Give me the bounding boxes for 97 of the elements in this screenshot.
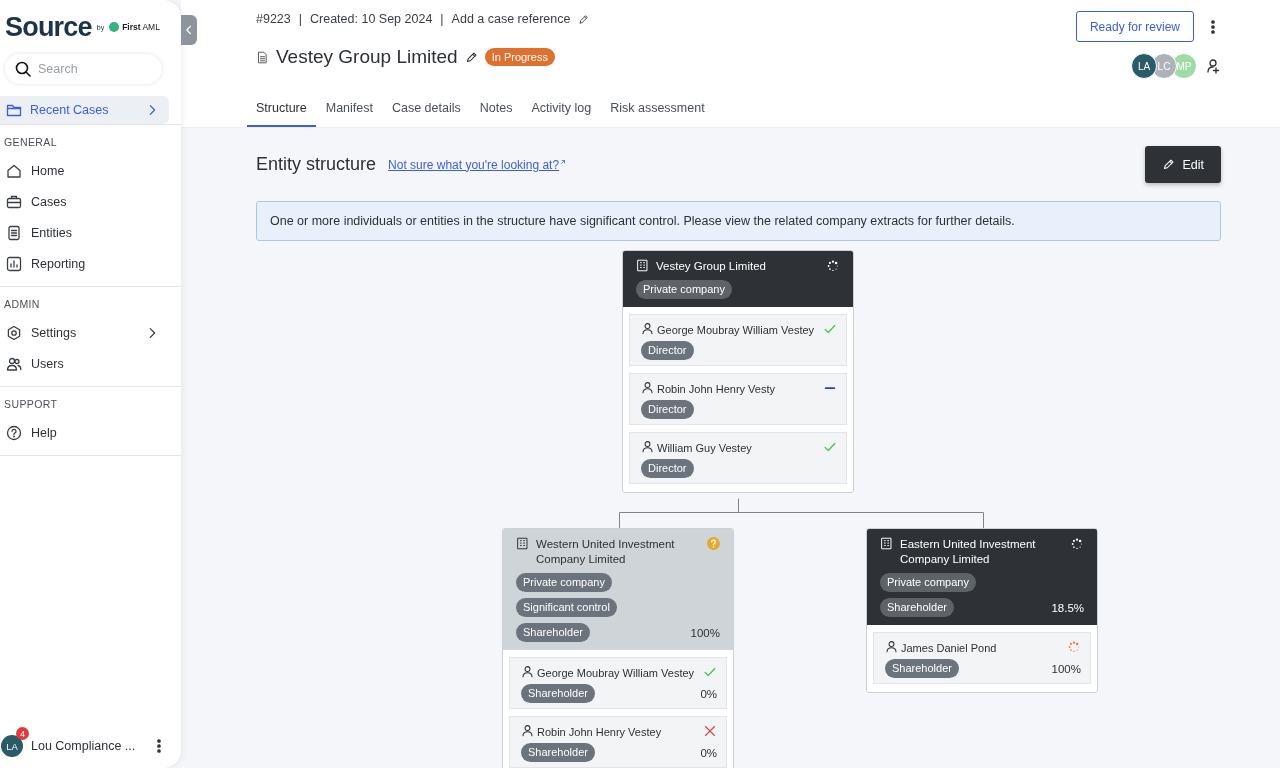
case-title: Vestey Group Limited	[276, 46, 458, 68]
person-name: Robin John Henry Vestey	[537, 725, 663, 739]
share-percentage: 100%	[1051, 662, 1082, 675]
person-card[interactable]: James Daniel Pond Shareholder 100%	[873, 632, 1091, 684]
help-icon	[6, 424, 22, 441]
pencil-icon	[464, 50, 478, 64]
info-banner: One or more individuals or entities in the structure have significant control. Please view the related company extracts for further details.	[256, 201, 1221, 241]
role-tag: Director	[641, 459, 694, 478]
user-name: Lou Compliance ...	[31, 739, 137, 753]
notification-badge: 4	[16, 727, 29, 740]
section-heading: GENERAL	[3, 136, 58, 148]
nav-item[interactable]: Recent Cases	[0, 96, 169, 124]
tab[interactable]: Case details	[382, 101, 470, 127]
role-tag: Shareholder	[885, 659, 959, 678]
nav-item[interactable]: Entities	[0, 217, 169, 248]
share-percentage: 0%	[700, 746, 718, 759]
case-reference-link[interactable]: Add a case reference	[451, 12, 571, 26]
person-name: George Moubray William Vestey	[657, 323, 816, 337]
nav-item[interactable]: Reporting	[0, 248, 169, 279]
tab[interactable]: Notes	[470, 101, 522, 127]
section-heading: SUPPORT	[3, 398, 59, 410]
tab[interactable]: Risk assessment	[601, 101, 714, 127]
entity-header[interactable]: Eastern United Investment Company Limited Private company Shareholder 18.5%	[867, 529, 1097, 625]
role-tag: Shareholder	[521, 684, 595, 703]
share-percentage: 100%	[690, 626, 721, 639]
search-icon	[15, 61, 31, 77]
brand-logo: Source	[5, 11, 92, 43]
role-tag: Shareholder	[521, 743, 595, 762]
case-number: #9223	[256, 12, 291, 26]
role-tag: Director	[641, 400, 694, 419]
person-icon	[641, 381, 654, 394]
assignee-avatar[interactable]: LA	[1131, 53, 1157, 79]
person-name: George Moubray William Vestey	[537, 666, 696, 680]
building-icon	[636, 259, 649, 272]
edit-button[interactable]: Edit	[1145, 146, 1221, 183]
person-card[interactable]: Robin John Henry Vestey Shareholder 0%	[509, 716, 727, 768]
folder-icon	[6, 102, 22, 118]
person-card[interactable]: George Moubray William Vestey Director	[629, 314, 847, 366]
building-icon	[880, 537, 893, 550]
tag: Shareholder	[880, 598, 954, 617]
person-icon	[521, 665, 534, 678]
person-card[interactable]: William Guy Vestey Director	[629, 432, 847, 484]
partner-logo-icon	[109, 22, 120, 32]
person-name: Robin John Henry Vesty	[657, 382, 776, 396]
tag: Private company	[880, 573, 976, 592]
nav-item[interactable]: Help	[0, 417, 169, 448]
user-avatar[interactable]: LA	[1, 735, 23, 757]
person-name: James Daniel Pond	[901, 641, 998, 655]
role-tag: Director	[641, 341, 694, 360]
tab[interactable]: Activity log	[522, 101, 601, 127]
section-heading: Entity structure	[256, 154, 377, 175]
document-icon	[256, 50, 269, 64]
pencil-icon	[578, 13, 590, 25]
tab[interactable]: Manifest	[316, 101, 382, 127]
person-card[interactable]: George Moubray William Vestey Shareholder 0%	[509, 657, 727, 709]
pencil-icon	[1162, 158, 1176, 171]
person-name: William Guy Vestey	[657, 441, 753, 455]
entity-name: Vestey Group Limited	[656, 259, 767, 274]
nav-item[interactable]: Settings	[0, 317, 169, 348]
separator: |	[440, 12, 444, 26]
entity-name: Western United Investment Company Limited	[536, 537, 676, 567]
chart-icon	[6, 255, 22, 272]
person-icon	[521, 724, 534, 737]
status-badge: In Progress	[484, 48, 555, 66]
tag: Private company	[516, 573, 612, 592]
ready-for-review-button[interactable]: Ready for review	[1075, 11, 1194, 42]
section-heading: ADMIN	[3, 298, 41, 310]
settings-icon	[6, 324, 22, 341]
briefcase-icon	[6, 193, 22, 210]
tag: Private company	[636, 280, 732, 299]
tab[interactable]: Structure	[247, 101, 316, 127]
search-field[interactable]: Search	[5, 54, 162, 84]
entity-header[interactable]: Vestey Group Limited Private company	[623, 251, 853, 307]
person-icon	[641, 440, 654, 453]
tag: Shareholder	[516, 623, 590, 642]
nav-item[interactable]: Users	[0, 348, 169, 379]
share-percentage: 0%	[700, 687, 718, 700]
users-icon	[6, 355, 22, 372]
separator: |	[298, 12, 302, 26]
nav-item[interactable]: Cases	[0, 186, 169, 217]
add-user-icon	[1205, 58, 1221, 74]
external-link-icon	[559, 157, 568, 166]
created-date: Created: 10 Sep 2024	[310, 12, 433, 26]
person-icon	[885, 640, 898, 653]
document-icon	[6, 224, 22, 241]
partner-logo-text: First AML	[122, 22, 160, 32]
nav-item[interactable]: Home	[0, 155, 169, 186]
help-link[interactable]: Not sure what you're looking at?	[388, 157, 568, 172]
person-card[interactable]: Robin John Henry Vesty Director	[629, 373, 847, 425]
home-icon	[6, 162, 22, 179]
building-icon	[516, 537, 529, 550]
entity-header[interactable]: Western United Investment Company Limited Private company Significant control Shareholder 100%	[503, 529, 733, 650]
collapse-handle[interactable]	[181, 15, 197, 45]
tag: Significant control	[516, 598, 617, 617]
entity-name: Eastern United Investment Company Limited	[900, 537, 1037, 567]
person-icon	[641, 322, 654, 335]
share-percentage: 18.5%	[1051, 601, 1085, 614]
